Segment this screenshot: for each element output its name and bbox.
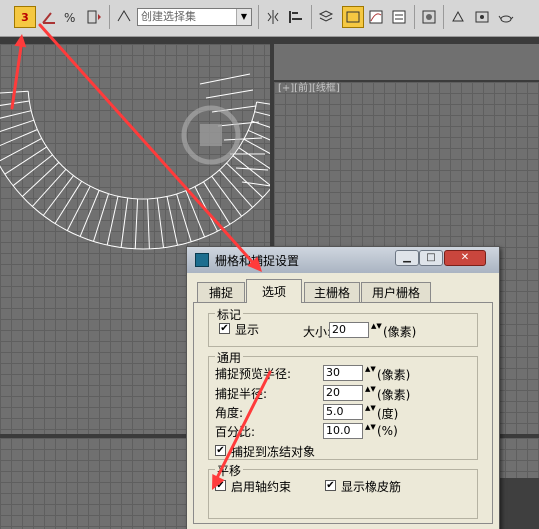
- percent-spinner[interactable]: ▲▼: [365, 423, 376, 439]
- percent-unit: (%): [377, 424, 398, 438]
- marker-size-unit: (像素): [383, 325, 417, 339]
- general-group-title: 通用: [215, 349, 244, 366]
- app-screen: 3 % 创建选择集 ▼ [+][前][线框] 栅格和捕捉设置 ▁ □ ✕ 捕捉 …: [0, 0, 539, 529]
- snap-to-frozen-checkbox[interactable]: ✔: [215, 445, 226, 456]
- snap-radius-label: 捕捉半径:: [215, 387, 268, 401]
- display-rubber-band-checkbox[interactable]: ✔: [325, 480, 336, 491]
- named-selection-icon: [117, 10, 131, 22]
- named-selection-dropdown[interactable]: 创建选择集 ▼: [137, 8, 252, 26]
- angle-snap-button[interactable]: [38, 6, 60, 28]
- snap-toggle-button[interactable]: 3: [14, 6, 36, 28]
- align-button[interactable]: [285, 6, 307, 28]
- percent-input[interactable]: 10.0: [323, 423, 363, 439]
- translation-group: 平移 ✔ 启用轴约束 ✔ 显示橡皮筋: [208, 462, 478, 519]
- app-icon: [195, 253, 209, 267]
- marker-size-label: 大小:: [303, 325, 332, 339]
- render-production-button[interactable]: [495, 6, 517, 28]
- toolbar-divider: [311, 5, 312, 29]
- dialog-title: 栅格和捕捉设置: [215, 254, 300, 268]
- marker-size-spinner[interactable]: ▲▼: [371, 322, 382, 338]
- curve-editor-button[interactable]: [365, 6, 387, 28]
- spinner-snap-button[interactable]: [83, 6, 105, 28]
- toolbar-divider: [109, 5, 110, 29]
- tab-content-options: 标记 ✔ 显示 大小: 20 ▲▼ (像素) 通用 捕捉预览半径: 30 ▲▼ …: [193, 302, 493, 524]
- tab-user-grids[interactable]: 用户栅格: [361, 282, 431, 302]
- markers-group: 标记 ✔ 显示 大小: 20 ▲▼ (像素): [208, 306, 478, 347]
- curve-editor-icon: [369, 10, 383, 24]
- mirror-button[interactable]: [262, 6, 284, 28]
- tab-options[interactable]: 选项: [246, 279, 302, 303]
- rendered-frame-button[interactable]: [471, 6, 493, 28]
- use-axis-constraints-checkbox[interactable]: ✔: [215, 480, 226, 491]
- edit-named-selection-button[interactable]: [113, 6, 135, 28]
- spinner-snap-icon: [87, 10, 101, 24]
- angle-snap-icon: [42, 12, 55, 24]
- viewport-label[interactable]: [+][前][线框]: [278, 79, 340, 94]
- layers-icon: [318, 10, 334, 22]
- minimize-button[interactable]: ▁: [395, 250, 419, 266]
- render-setup-button[interactable]: [447, 6, 469, 28]
- align-icon: [289, 11, 302, 23]
- svg-text:%: %: [64, 11, 75, 25]
- scene-explorer-button[interactable]: [342, 6, 364, 28]
- maximize-button[interactable]: □: [419, 250, 443, 266]
- display-markers-label: 显示: [235, 323, 260, 337]
- angle-label: 角度:: [215, 406, 244, 420]
- layer-manager-button[interactable]: [315, 6, 337, 28]
- angle-spinner[interactable]: ▲▼: [365, 404, 376, 420]
- display-markers-checkbox[interactable]: ✔: [219, 323, 230, 334]
- percent-snap-button[interactable]: %: [60, 6, 82, 28]
- marker-size-input[interactable]: 20: [329, 322, 369, 338]
- snap-preview-radius-input[interactable]: 30: [323, 365, 363, 381]
- material-editor-icon: [422, 10, 436, 24]
- display-rubber-band-label: 显示橡皮筋: [341, 480, 402, 494]
- angle-input[interactable]: 5.0: [323, 404, 363, 420]
- dialog-titlebar[interactable]: 栅格和捕捉设置 ▁ □ ✕: [187, 247, 499, 273]
- snap-preview-radius-label: 捕捉预览半径:: [215, 367, 292, 381]
- translation-group-title: 平移: [215, 462, 244, 479]
- percent-snap-icon: %: [64, 11, 75, 25]
- use-axis-constraints-label: 启用轴约束: [231, 480, 292, 494]
- toolbar-divider: [414, 5, 415, 29]
- snap-preview-radius-spinner[interactable]: ▲▼: [365, 365, 376, 381]
- percent-label: 百分比:: [215, 425, 256, 439]
- schematic-view-button[interactable]: [388, 6, 410, 28]
- general-group: 通用 捕捉预览半径: 30 ▲▼ (像素) 捕捉半径: 20 ▲▼ (像素) 角…: [208, 349, 478, 460]
- close-button[interactable]: ✕: [444, 250, 486, 266]
- snap-preview-radius-unit: (像素): [377, 368, 411, 382]
- angle-unit: (度): [377, 407, 399, 421]
- tab-snaps[interactable]: 捕捉: [197, 282, 245, 302]
- teapot-icon: [498, 15, 514, 23]
- tab-home-grid[interactable]: 主栅格: [304, 282, 360, 302]
- rendered-frame-icon: [475, 11, 489, 23]
- snap-3d-icon: 3: [21, 10, 29, 24]
- mirror-icon: [267, 10, 279, 24]
- scene-explorer-icon: [346, 11, 360, 23]
- toolbar-divider: [443, 5, 444, 29]
- main-toolbar: 3 % 创建选择集 ▼: [0, 0, 539, 37]
- snap-to-frozen-label: 捕捉到冻结对象: [231, 445, 316, 459]
- snap-radius-spinner[interactable]: ▲▼: [365, 385, 376, 401]
- render-setup-icon: [452, 10, 464, 22]
- named-selection-text: 创建选择集: [141, 10, 196, 23]
- toolbar-divider: [258, 5, 259, 29]
- material-editor-button[interactable]: [418, 6, 440, 28]
- viewport-header-strip: [274, 44, 539, 80]
- chevron-down-icon: ▼: [236, 9, 251, 25]
- grid-snap-settings-dialog: 栅格和捕捉设置 ▁ □ ✕ 捕捉 选项 主栅格 用户栅格 标记 ✔ 显示 大小:…: [186, 246, 500, 529]
- snap-radius-input[interactable]: 20: [323, 385, 363, 401]
- schematic-view-icon: [392, 10, 406, 24]
- snap-radius-unit: (像素): [377, 388, 411, 402]
